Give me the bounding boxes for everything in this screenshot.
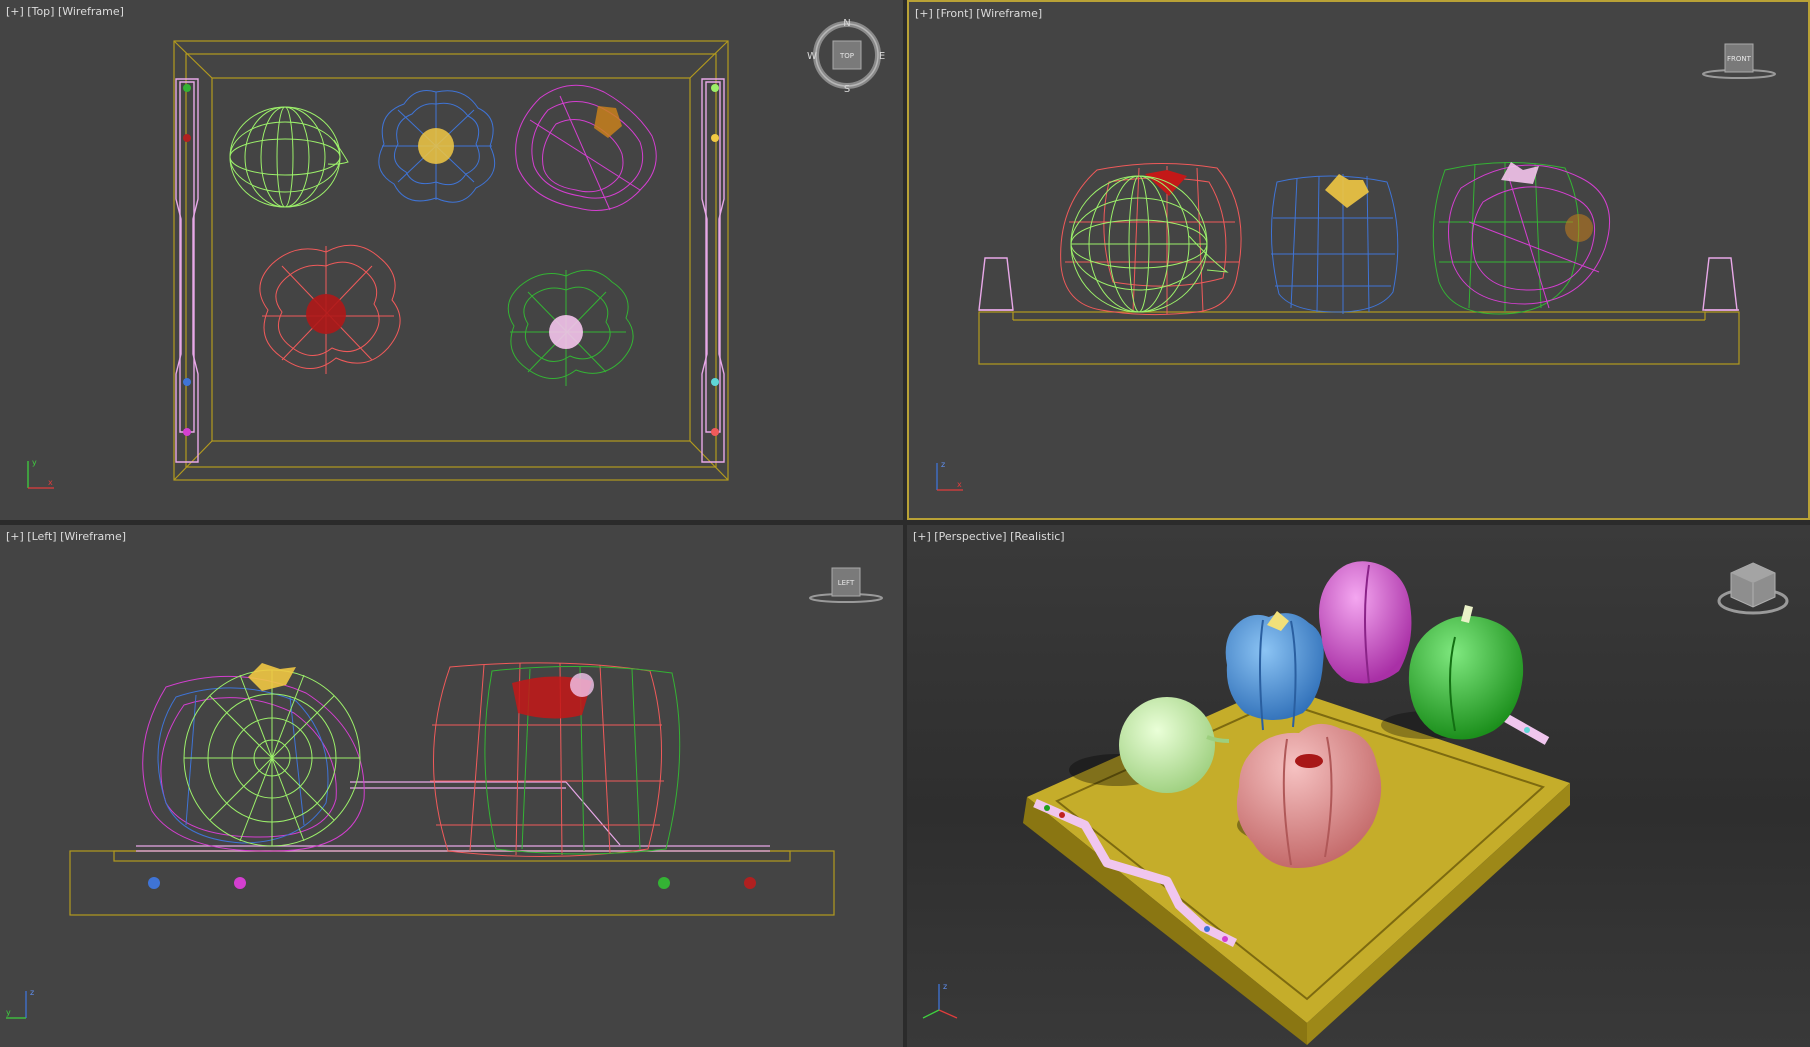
viewcube-face-left[interactable]: LEFT — [838, 579, 855, 587]
pepper-magenta-left — [142, 675, 365, 852]
compass-north[interactable]: N — [843, 18, 850, 29]
viewport-left[interactable]: [+] [Left] [Wireframe] LEFT z y — [0, 525, 903, 1047]
tray-top-wireframe — [173, 40, 729, 481]
pepper-blue-left — [157, 687, 329, 844]
pepper-magenta-stem-top — [594, 106, 622, 138]
onion-top — [229, 106, 349, 208]
pepper-red-stem-top — [306, 294, 346, 334]
pepper-blue-stem-front — [1325, 174, 1369, 208]
compass-east[interactable]: E — [879, 51, 885, 62]
viewport-front[interactable]: [+] [Front] [Wireframe] FRONT z x — [907, 0, 1810, 520]
viewcube-compass[interactable]: TOP N S E W — [807, 17, 887, 97]
axis-label-x: x — [48, 478, 53, 487]
viewcube-left[interactable]: LEFT — [806, 562, 886, 612]
viewport-label-front[interactable]: [+] [Front] [Wireframe] — [915, 7, 1042, 20]
axis-label-z: z — [941, 460, 945, 469]
viewcube-front[interactable]: FRONT — [1699, 38, 1779, 88]
tray-handles-front — [978, 257, 1739, 311]
viewport-label-top[interactable]: [+] [Top] [Wireframe] — [6, 5, 124, 18]
handle-dot-magenta — [234, 877, 246, 889]
pepper-green-perspective — [1408, 605, 1524, 740]
axis-label-z: z — [943, 982, 947, 991]
pepper-magenta-perspective — [1319, 561, 1412, 684]
front-view-scene — [978, 162, 1740, 365]
pepper-green-stem-left — [570, 673, 594, 697]
axis-label-x: x — [957, 480, 962, 489]
viewport-label-perspective[interactable]: [+] [Perspective] [Realistic] — [913, 530, 1065, 543]
axis-gizmo-top: y x — [27, 458, 54, 489]
pepper-green-stem-top — [549, 315, 583, 349]
top-view-scene — [173, 40, 729, 481]
onion-left — [183, 669, 361, 847]
viewcube-face-front[interactable]: FRONT — [1727, 55, 1752, 63]
viewport-perspective[interactable]: [+] [Perspective] [Realistic] z — [907, 525, 1810, 1047]
axis-label-y: y — [6, 1008, 11, 1017]
axis-gizmo-perspective: z — [922, 982, 958, 1019]
compass-south[interactable]: S — [844, 84, 850, 95]
handle-dot-red — [744, 877, 756, 889]
viewcube-face-top[interactable]: TOP — [839, 52, 854, 60]
tray-left-wireframe — [69, 850, 835, 916]
compass-west[interactable]: W — [807, 51, 817, 62]
handle-dot-green — [658, 877, 670, 889]
axis-label-z: z — [30, 988, 34, 997]
axis-gizmo-front: z x — [936, 460, 963, 491]
pepper-green-front — [1432, 162, 1580, 315]
perspective-view-scene — [1023, 561, 1570, 1045]
tray-handles-left — [136, 781, 770, 852]
left-view-scene — [69, 662, 835, 916]
pepper-magenta-stem-front — [1565, 214, 1593, 242]
handle-dot-blue — [148, 877, 160, 889]
axis-gizmo-left: z y — [6, 988, 34, 1019]
pepper-blue-stem-top — [418, 128, 454, 164]
viewport-label-left[interactable]: [+] [Left] [Wireframe] — [6, 530, 126, 543]
pepper-red-stem-front — [1145, 170, 1187, 196]
onion-front — [1070, 175, 1229, 313]
axis-label-y: y — [32, 458, 37, 467]
tray-front-wireframe — [978, 311, 1740, 365]
pepper-red-front — [1060, 162, 1242, 316]
viewcube-perspective[interactable] — [1713, 555, 1793, 621]
viewport-top[interactable]: [+] [Top] [Wireframe] TOP N S E W y x — [0, 0, 903, 520]
pepper-magenta-top — [515, 84, 657, 211]
